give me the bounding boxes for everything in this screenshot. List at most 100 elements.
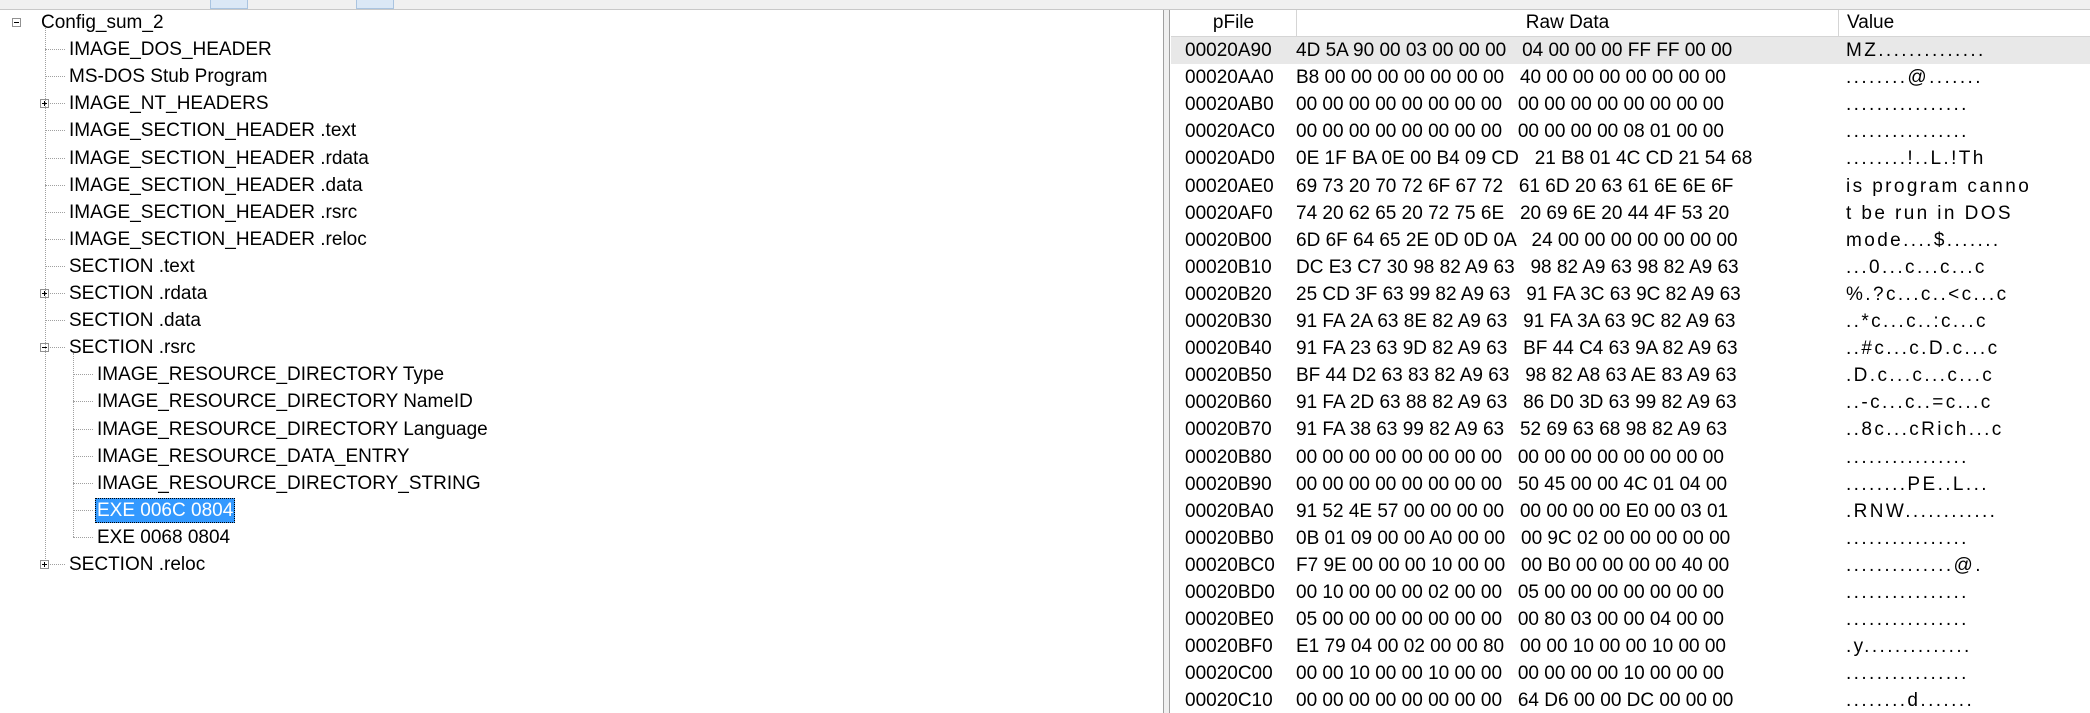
tree-node-label: EXE 0068 0804 [97,526,231,548]
tree-node-label: SECTION .text [69,255,195,277]
hex-ascii: ................ [1846,582,1969,603]
hex-ascii: ........PE..L... [1846,473,1989,495]
pane-splitter[interactable] [1164,10,1170,713]
hex-offset: 00020B00 [1185,229,1272,251]
tree-node-label: IMAGE_RESOURCE_DATA_ENTRY [97,445,410,467]
hex-ascii: .RNW............ [1846,500,1998,522]
hex-row[interactable]: 00020B60 91 FA 2D 63 88 82 A9 63 86 D0 3D… [1171,389,2090,416]
tree-node-label: IMAGE_SECTION_HEADER .reloc [69,228,367,250]
hex-ascii: is program canno [1846,175,2032,197]
hex-row[interactable]: 00020AA0 B8 00 00 00 00 00 00 00 40 00 00… [1171,64,2090,91]
hex-view-pane[interactable]: pFile Raw Data Value 00020A90 4D 5A 90 00… [1171,10,2090,713]
hex-offset: 00020AF0 [1185,202,1273,224]
hex-row[interactable]: 00020B50 BF 44 D2 63 83 82 A9 63 98 82 A8… [1171,362,2090,389]
expand-icon[interactable] [40,560,49,569]
hex-offset: 00020B20 [1185,283,1272,305]
hex-offset: 00020B70 [1185,419,1272,441]
column-header-pfile[interactable]: pFile [1171,10,1297,36]
hex-bytes: 69 73 20 70 72 6F 67 72 61 6D 20 63 61 6… [1296,175,1734,197]
tree-connector [45,238,65,240]
column-header-value[interactable]: Value [1839,10,1927,36]
hex-row[interactable]: 00020AC0 00 00 00 00 00 00 00 00 00 00 00… [1171,118,2090,145]
hex-row[interactable]: 00020AE0 69 73 20 70 72 6F 67 72 61 6D 20… [1171,173,2090,200]
structure-tree-pane[interactable]: Config_sum_2 IMAGE_DOS_HEADER MS-DOS Stub … [0,10,1164,713]
tree-node-label: IMAGE_SECTION_HEADER .data [69,174,363,196]
hex-row[interactable]: 00020AF0 74 20 62 65 20 72 75 6E 20 69 6E… [1171,200,2090,227]
hex-offset: 00020B60 [1185,392,1272,414]
tree-node-label: EXE 006C 0804 [95,497,236,523]
hex-offset: 00020AB0 [1185,94,1274,116]
hex-row[interactable]: 00020B90 00 00 00 00 00 00 00 00 50 45 00… [1171,471,2090,498]
hex-offset: 00020BF0 [1185,636,1273,658]
tree-node-label: MS-DOS Stub Program [69,66,268,88]
hex-ascii: t be run in DOS [1846,202,2021,224]
hex-bytes: 0B 01 09 00 00 A0 00 00 00 9C 02 00 00 0… [1296,527,1731,549]
hex-row[interactable]: 00020A90 4D 5A 90 00 03 00 00 00 04 00 00… [1171,37,2090,64]
hex-row[interactable]: 00020C10 00 00 00 00 00 00 00 00 64 D6 00… [1171,687,2090,713]
tree-connector [50,293,65,294]
hex-bytes: 91 FA 2D 63 88 82 A9 63 86 D0 3D 63 99 8… [1296,392,1737,414]
hex-view-header: pFile Raw Data Value [1171,10,2090,37]
hex-bytes: 00 00 00 00 00 00 00 00 00 00 00 00 00 0… [1296,94,1724,116]
hex-row[interactable]: 00020BC0 F7 9E 00 00 00 10 00 00 00 B0 00… [1171,552,2090,579]
hex-row[interactable]: 00020B80 00 00 00 00 00 00 00 00 00 00 00… [1171,444,2090,471]
hex-ascii: MZ.............. [1846,40,1986,61]
hex-ascii: ................ [1846,663,1969,685]
hex-row[interactable]: 00020BE0 05 00 00 00 00 00 00 00 00 80 03… [1171,606,2090,633]
hex-row[interactable]: 00020BB0 0B 01 09 00 00 A0 00 00 00 9C 02… [1171,525,2090,552]
hex-row[interactable]: 00020C00 00 00 10 00 00 10 00 00 00 00 00… [1171,660,2090,687]
hex-offset: 00020BB0 [1185,527,1274,549]
hex-offset: 00020B10 [1185,256,1272,278]
tree-connector [45,130,65,132]
structure-tree[interactable]: Config_sum_2 IMAGE_DOS_HEADER MS-DOS Stub … [0,10,1163,713]
hex-row[interactable]: 00020BA0 91 52 4E 57 00 00 00 00 00 00 00… [1171,498,2090,525]
tree-node-label: IMAGE_SECTION_HEADER .rdata [69,147,369,169]
hex-bytes: 00 00 00 00 00 00 00 00 50 45 00 00 4C 0… [1296,473,1728,495]
hex-ascii: ..-c...c..=c...c [1846,392,1993,414]
hex-offset: 00020C10 [1185,690,1273,712]
tree-connector [45,28,46,559]
hex-ascii: ........!..L.!Th [1846,148,1986,170]
hex-bytes: F7 9E 00 00 00 10 00 00 00 B0 00 00 00 0… [1296,554,1730,576]
hex-row[interactable]: 00020BF0 E1 79 04 00 02 00 00 80 00 00 10… [1171,633,2090,660]
tree-connector [73,536,93,538]
tree-connector [45,320,65,322]
hex-row[interactable]: 00020B30 91 FA 2A 63 8E 82 A9 63 91 FA 3A… [1171,308,2090,335]
hex-bytes: 00 00 00 00 00 00 00 00 00 00 00 00 00 0… [1296,446,1724,468]
tree-connector [45,265,65,267]
hex-row[interactable]: 00020B40 91 FA 23 63 9D 82 A9 63 BF 44 C4… [1171,335,2090,362]
hex-bytes: 91 FA 38 63 99 82 A9 63 52 69 63 68 98 8… [1296,419,1728,441]
hex-row[interactable]: 00020AD0 0E 1F BA 0E 00 B4 09 CD 21 B8 01… [1171,145,2090,172]
toolbar-strip [0,0,2090,10]
hex-offset: 00020B90 [1185,473,1272,495]
collapse-icon[interactable] [12,18,21,27]
toolbar-tab[interactable] [210,0,248,9]
hex-ascii: ........@....... [1846,67,1983,89]
hex-ascii: %.?c...c..<c...c [1846,283,2009,305]
hex-bytes: 0E 1F BA 0E 00 B4 09 CD 21 B8 01 4C CD 2… [1296,148,1753,170]
hex-ascii: .D.c...c...c...c [1846,365,1995,387]
hex-row[interactable]: 00020B10 DC E3 C7 30 98 82 A9 63 98 82 A9… [1171,254,2090,281]
hex-offset: 00020BE0 [1185,609,1274,631]
hex-row[interactable]: 00020B00 6D 6F 64 65 2E 0D 0D 0A 24 00 00… [1171,227,2090,254]
hex-ascii: ........d....... [1846,690,1975,712]
tree-node-label: SECTION .reloc [69,554,206,575]
hex-row[interactable]: 00020BD0 00 10 00 00 00 02 00 00 05 00 00… [1171,579,2090,606]
tree-connector [45,184,65,186]
hex-bytes: 00 00 00 00 00 00 00 00 00 00 00 00 08 0… [1296,121,1724,143]
hex-bytes: 05 00 00 00 00 00 00 00 00 80 03 00 00 0… [1296,609,1724,631]
tree-connector [73,353,74,537]
hex-bytes: 00 00 10 00 00 10 00 00 00 00 00 00 10 0… [1296,663,1724,685]
column-header-raw-data[interactable]: Raw Data [1297,10,1839,36]
tree-connector [50,564,65,565]
hex-bytes: B8 00 00 00 00 00 00 00 40 00 00 00 00 0… [1296,67,1726,89]
hex-offset: 00020B50 [1185,365,1272,387]
hex-bytes: 4D 5A 90 00 03 00 00 00 04 00 00 00 FF F… [1296,40,1733,61]
hex-ascii: ..............@. [1846,554,1983,576]
hex-row[interactable]: 00020B70 91 FA 38 63 99 82 A9 63 52 69 63… [1171,416,2090,443]
toolbar-tab[interactable] [356,0,394,9]
hex-bytes: 00 00 00 00 00 00 00 00 64 D6 00 00 DC 0… [1296,690,1734,712]
hex-bytes: 91 FA 2A 63 8E 82 A9 63 91 FA 3A 63 9C 8… [1296,311,1736,332]
hex-row[interactable]: 00020AB0 00 00 00 00 00 00 00 00 00 00 00… [1171,91,2090,118]
hex-row[interactable]: 00020B20 25 CD 3F 63 99 82 A9 63 91 FA 3C… [1171,281,2090,308]
